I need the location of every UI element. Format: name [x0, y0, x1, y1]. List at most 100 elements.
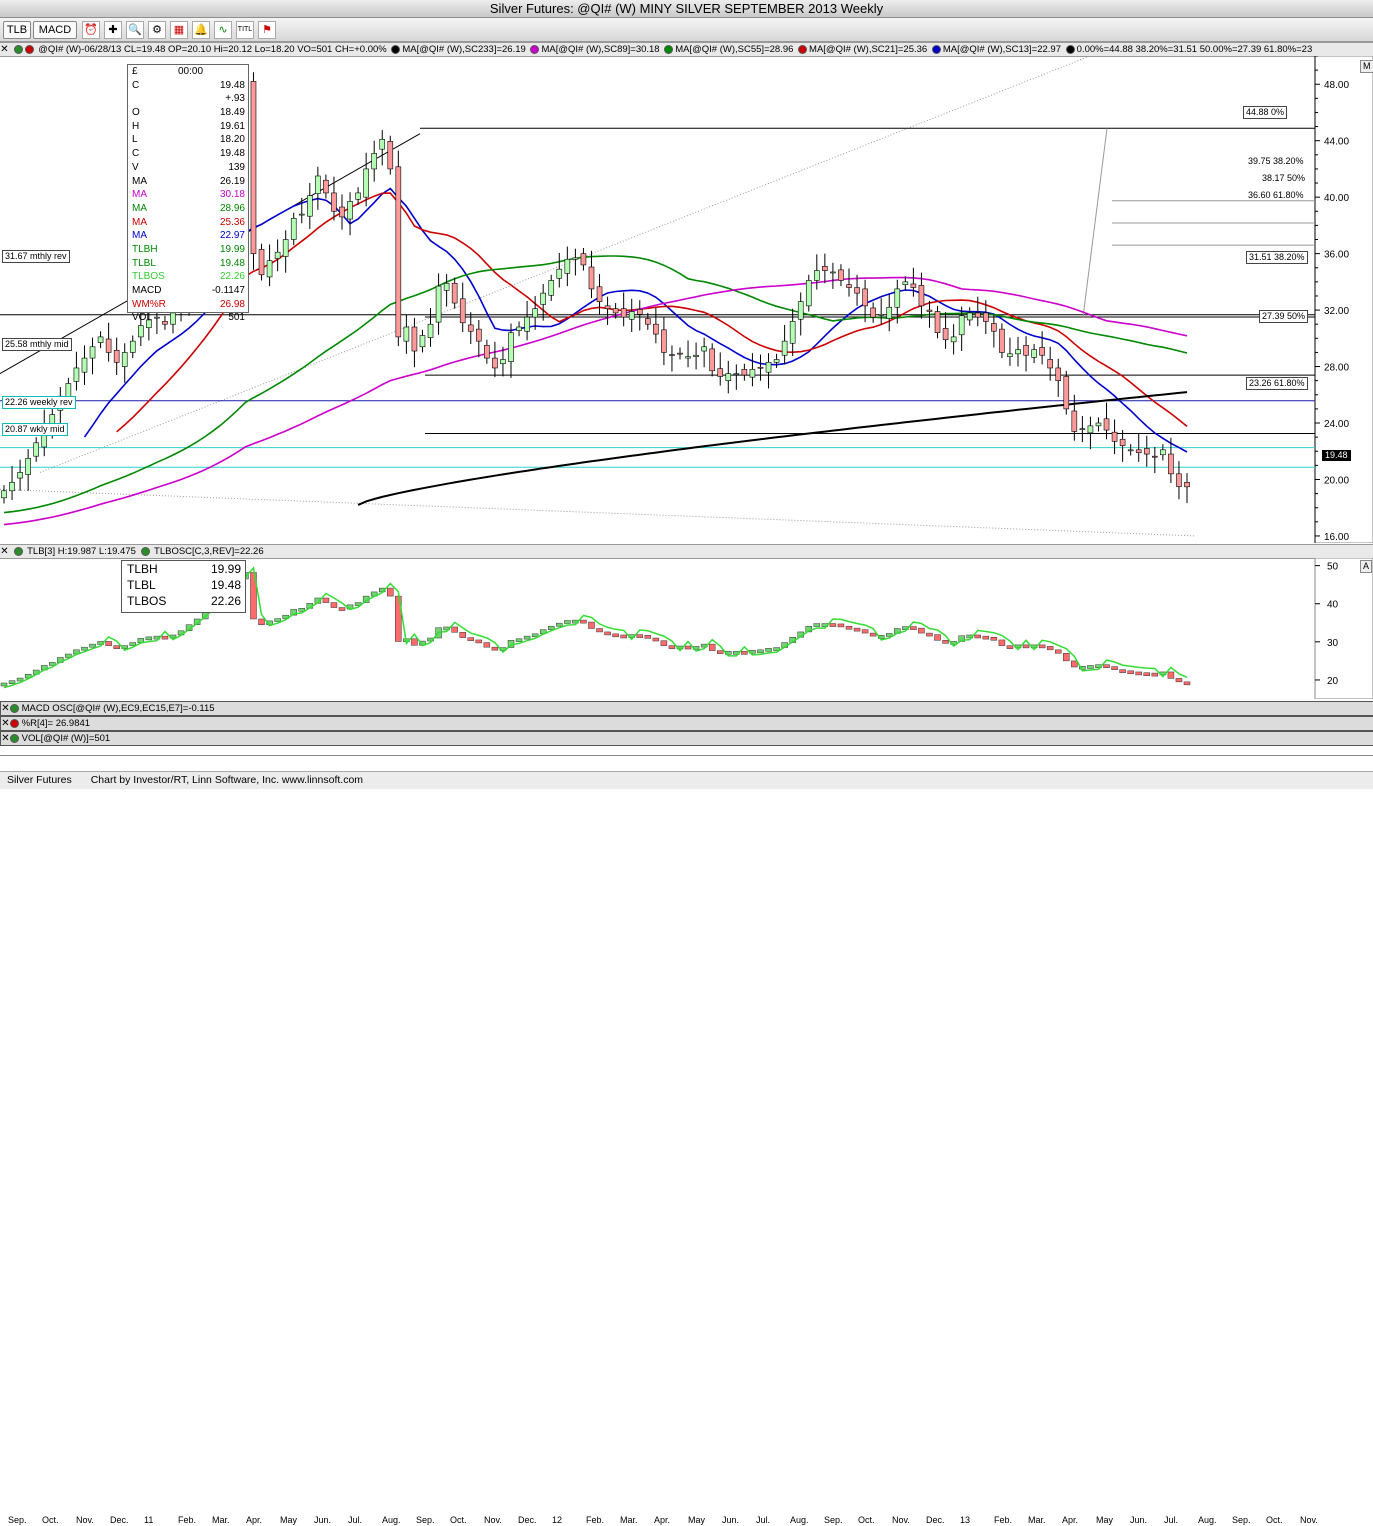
tlb-block: [652, 637, 660, 642]
x-tick-label: Jul.: [1164, 1515, 1179, 1525]
marker-icon[interactable]: ⚑: [258, 21, 276, 39]
data-window-key: MA: [132, 189, 147, 201]
wkly-mid-label: 20.87 wkly mid: [2, 423, 68, 436]
tlbl-key: TLBL: [127, 578, 156, 592]
red-dot-icon[interactable]: [10, 718, 19, 728]
candle-body: [500, 359, 506, 365]
tlb-block: [580, 619, 587, 624]
zoom-icon[interactable]: 🔍: [126, 21, 144, 39]
x-tick-label: Aug.: [382, 1515, 401, 1525]
gear-icon[interactable]: ⚙: [148, 21, 166, 39]
candle-body: [636, 309, 643, 315]
data-window-key: TLBL: [132, 257, 156, 269]
vol-text: VOL[@QI# (W)]=501: [21, 733, 111, 744]
close-icon[interactable]: ✕: [0, 43, 9, 56]
ma13-dot-icon[interactable]: [931, 44, 941, 54]
candle-body: [331, 192, 337, 212]
green-dot-icon[interactable]: [10, 733, 19, 743]
ma-line-21: [116, 192, 1188, 433]
data-window-key: C: [132, 148, 140, 160]
candle-body: [443, 282, 450, 291]
candle-body: [926, 309, 933, 312]
green-dot-icon[interactable]: [13, 546, 23, 556]
candle-body: [524, 316, 530, 332]
alarm-clock-icon[interactable]: ⏰: [82, 21, 100, 39]
chart-icon[interactable]: ▦: [170, 21, 188, 39]
close-icon[interactable]: ✕: [0, 545, 9, 558]
bell-icon[interactable]: 🔔: [192, 21, 210, 39]
y-tick-label: 44.00: [1324, 137, 1349, 148]
x-tick-label: Mar.: [212, 1515, 230, 1525]
currency-icon: £: [132, 66, 138, 77]
crosshair-icon[interactable]: ✚: [104, 21, 122, 39]
fib-50-label: 27.39 50%: [1259, 310, 1309, 323]
vol-panel-header[interactable]: ✕ VOL[@QI# (W)]=501: [0, 731, 1373, 746]
tlb-block: [451, 626, 458, 633]
y-tick-label: 36.00: [1324, 250, 1349, 261]
x-tick-label: Mar.: [1028, 1515, 1046, 1525]
tlb-block: [636, 634, 644, 638]
data-window-key: MA: [132, 230, 147, 242]
fib-0-label: 44.88 0%: [1243, 106, 1288, 119]
close-icon[interactable]: ✕: [1, 717, 10, 730]
main-panel-button[interactable]: M: [1360, 60, 1373, 73]
candle-body: [1039, 347, 1045, 356]
close-icon[interactable]: ✕: [1, 702, 10, 715]
tlb-block: [708, 643, 716, 651]
candle-body: [1119, 438, 1126, 446]
tlb-block: [620, 634, 627, 639]
candle-body: [604, 305, 611, 309]
ma89-dot-icon[interactable]: [530, 44, 540, 54]
candle-body: [628, 311, 635, 320]
candle-body: [645, 318, 651, 325]
candle-body: [661, 329, 667, 353]
trendline-icon[interactable]: ∿: [214, 21, 232, 39]
data-window-value: 19.48: [219, 148, 245, 160]
tlb-block: [145, 636, 153, 641]
candle-body: [1135, 449, 1142, 453]
tlb-button[interactable]: TLB: [3, 21, 31, 39]
ma233-dot-icon[interactable]: [391, 44, 401, 54]
green-dot-icon[interactable]: [10, 703, 19, 713]
wr-panel-header[interactable]: ✕ %R[4]= 26.9841: [0, 716, 1373, 731]
x-tick-label: Mar.: [620, 1515, 638, 1525]
candle-body: [934, 311, 941, 333]
x-tick-label: Dec.: [110, 1515, 129, 1525]
ma21-dot-icon[interactable]: [798, 44, 808, 54]
candle-body: [894, 288, 901, 308]
candle-body: [741, 369, 748, 376]
ma55-dot-icon[interactable]: [664, 44, 674, 54]
tlb-block: [556, 622, 563, 627]
tlb-y-tick-label: 40: [1327, 600, 1339, 611]
last-price-label: 19.48: [1322, 450, 1351, 461]
tlb-block: [926, 632, 933, 637]
y-axis-area: [1314, 56, 1373, 543]
macd-button[interactable]: MACD: [33, 21, 77, 39]
title-icon[interactable]: TITL: [236, 21, 254, 39]
tlb-block: [411, 638, 418, 646]
candle-body: [355, 192, 361, 200]
data-window-value: 28.96: [219, 202, 245, 214]
candle-body: [1015, 349, 1021, 355]
data-window-value: 18.49: [219, 107, 245, 119]
macd-panel-header[interactable]: ✕ MACD OSC[@QI# (W),EC9,EC15,E7]=-0.115: [0, 701, 1373, 716]
tlb-block: [387, 587, 394, 597]
tlb-block: [322, 597, 330, 603]
tlbh-value: 19.99: [210, 562, 241, 576]
candle-body: [612, 308, 619, 314]
red-dot-icon[interactable]: [24, 44, 34, 54]
tlb-block: [515, 638, 523, 643]
tlb-block: [483, 642, 491, 648]
close-icon[interactable]: ✕: [1, 732, 10, 745]
candle-body: [516, 326, 522, 331]
candle-body: [105, 338, 112, 353]
green-dot-icon[interactable]: [13, 44, 23, 54]
sub-panel-button[interactable]: A: [1360, 560, 1373, 573]
tlb-block: [588, 621, 595, 629]
fib-dot-icon[interactable]: [1065, 44, 1075, 54]
green-dot-icon[interactable]: [140, 546, 150, 556]
candle-body: [508, 332, 514, 362]
x-tick-label: Jun.: [1130, 1515, 1148, 1525]
candle-body: [540, 292, 546, 305]
candle-body: [282, 239, 289, 257]
